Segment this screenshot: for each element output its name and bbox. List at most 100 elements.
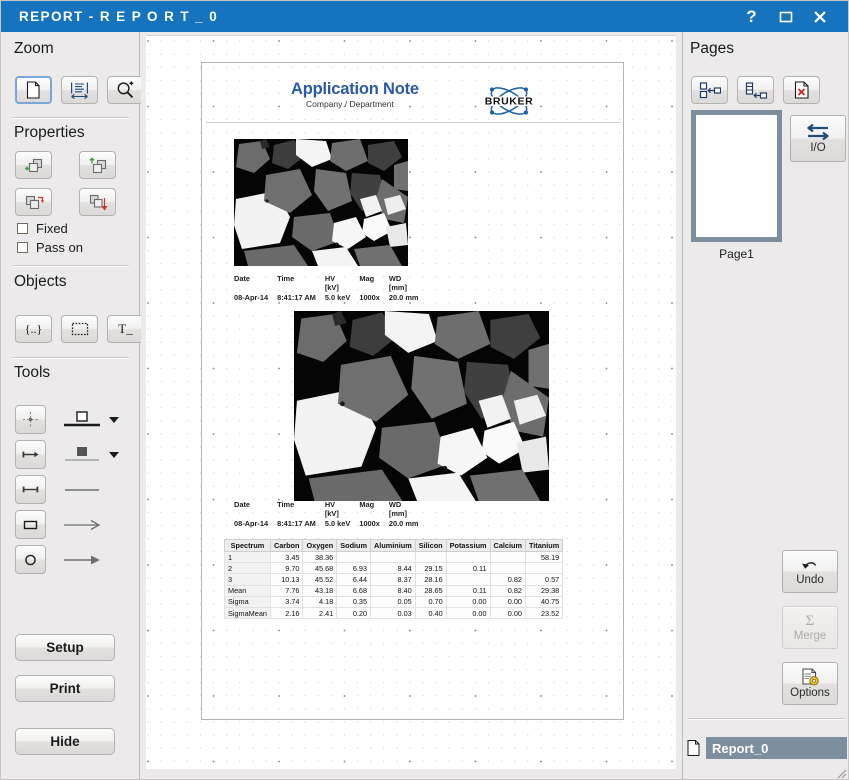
close-button[interactable] [811, 8, 828, 25]
spectrum-col-header-0: Spectrum [224, 539, 271, 552]
spectrum-table-head: Spectrum Carbon Oxygen Sodium Aluminium Silic… [224, 539, 564, 552]
tool-point-dropdown-caret[interactable] [109, 417, 119, 423]
document-subtitle: Company / Department [306, 99, 394, 109]
spectrum-results-table[interactable]: Spectrum Carbon Oxygen Sodium Aluminium Silic… [224, 539, 564, 620]
spectrum-cell: 2.16 [269, 606, 304, 620]
spectrum-cell: 29.38 [524, 584, 564, 597]
spectrum-table-row[interactable]: 2 9.70 45.68 6.93 8.44 29.15 0.11 [224, 562, 564, 575]
report-item-report_0[interactable]: Report_0 [706, 737, 847, 759]
tool-point-style-preview[interactable] [62, 407, 102, 433]
zoom-fit-page-button[interactable] [15, 76, 52, 104]
spectrum-col-header-8: Titanium [524, 539, 564, 552]
tool-rectangle-style-preview[interactable] [62, 512, 102, 538]
property-move-down-button[interactable] [79, 188, 116, 216]
tool-dimension-button[interactable] [15, 475, 46, 504]
page-thumbnail-page1[interactable] [691, 110, 782, 242]
insert-page-after-icon [745, 81, 767, 99]
resize-grip-icon[interactable] [835, 767, 847, 779]
page-insert-after-button[interactable] [737, 76, 774, 104]
info-header-hv: HV [kV] [324, 500, 339, 518]
page-insert-before-button[interactable] [691, 76, 728, 104]
tool-rectangle-button[interactable] [15, 510, 46, 539]
pass-on-checkbox[interactable] [17, 242, 28, 253]
spectrum-cell: 29.15 [414, 562, 447, 575]
page-delete-button[interactable] [783, 76, 820, 104]
tool-ellipse-button[interactable] [15, 545, 46, 574]
crosshair-icon [23, 412, 38, 427]
property-add-front-button[interactable] [15, 151, 52, 179]
objects-section-title: Objects [14, 273, 67, 290]
spectrum-cell [524, 562, 564, 575]
spectrum-cell: 8.37 [370, 573, 416, 586]
property-move-up-button[interactable] [79, 151, 116, 179]
object-frame-button[interactable] [61, 315, 98, 343]
magnifier-plus-icon [117, 81, 134, 99]
options-button[interactable]: Options [782, 662, 838, 705]
spectrum-cell: 0.82 [489, 584, 526, 597]
object-placeholder-button[interactable]: {..} [15, 315, 52, 343]
fixed-checkbox-row[interactable]: Fixed [17, 221, 68, 236]
print-button[interactable]: Print [15, 675, 115, 702]
spectrum-table-row[interactable]: 1 3.45 38.36 58.19 [224, 550, 564, 564]
tool-arrow-style-preview[interactable] [62, 442, 102, 468]
spectrum-row-label: Sigma [224, 595, 271, 608]
io-button[interactable]: I/O [790, 115, 846, 162]
info-header-time: Time [277, 274, 295, 283]
tool-point-button[interactable] [15, 405, 46, 434]
fixed-checkbox[interactable] [17, 223, 28, 234]
zoom-in-button[interactable] [107, 76, 144, 104]
document-title: Application Note [291, 80, 419, 98]
tool-arrow-button[interactable] [15, 440, 46, 469]
fit-width-icon [71, 82, 88, 99]
pages-section-title: Pages [690, 40, 734, 57]
tool-ellipse-style-preview[interactable] [62, 547, 102, 573]
info-value-wd: 20.0 mm [388, 519, 419, 529]
spectrum-table-row[interactable]: 3 10.13 45.52 6.44 8.37 28.16 0.82 0.57 [224, 573, 564, 586]
info-value-mag: 1000x [359, 293, 380, 303]
spectrum-header-row: Spectrum Carbon Oxygen Sodium Aluminium Silic… [224, 539, 564, 552]
spectrum-table-row[interactable]: SigmaMean 2.16 2.41 0.20 0.03 0.40 0.00 0.00 23.… [224, 606, 564, 620]
document-icon [687, 740, 700, 756]
pass-on-checkbox-row[interactable]: Pass on [17, 240, 83, 255]
spectrum-row-label: 1 [224, 550, 271, 564]
maximize-button[interactable] [777, 8, 794, 25]
report-window: REPORT - R E P O R T _ 0 ? Zoom Properti… [0, 0, 849, 780]
sem-image-2[interactable] [294, 311, 549, 501]
left-toolbar-panel: Zoom Properties Fixed Pass on Objects {.… [1, 32, 144, 779]
undo-button[interactable]: Undo [782, 550, 838, 593]
bruker-logo-text: BRUKER [485, 96, 534, 108]
close-icon [813, 10, 826, 23]
sigma-icon: Σ [805, 612, 815, 629]
spectrum-cell: 0.00 [489, 606, 526, 620]
thin-line-with-filled-square-icon [65, 446, 99, 461]
info-header-date: Date [234, 274, 251, 283]
zoom-fit-width-button[interactable] [61, 76, 98, 104]
sem-micrograph-2 [294, 311, 549, 501]
spectrum-cell: 0.00 [445, 595, 491, 608]
properties-button-row-2 [15, 188, 116, 216]
spectrum-table-row[interactable]: Mean 7.76 43.18 6.68 8.40 28.65 0.11 0.82 29.38 [224, 584, 564, 597]
spectrum-cell [445, 550, 491, 564]
sem-image-1[interactable] [234, 139, 408, 266]
info-header-mag: Mag [359, 274, 375, 283]
object-text-button[interactable]: T_ [107, 315, 144, 343]
tool-dimension-style-preview[interactable] [62, 477, 102, 503]
document-header: Application Note Company / Department BR… [206, 80, 621, 118]
spectrum-cell: 23.52 [524, 606, 564, 620]
measure-icon [22, 486, 39, 493]
tool-arrow-dropdown-caret[interactable] [109, 452, 119, 458]
text-icon: T_ [118, 321, 133, 336]
zoom-button-group [15, 76, 144, 104]
spectrum-col-header-7: Calcium [489, 539, 526, 552]
hide-button[interactable]: Hide [15, 728, 115, 755]
help-button[interactable]: ? [743, 8, 760, 25]
setup-button[interactable]: Setup [15, 634, 115, 661]
info-header-wd: WD [mm] [388, 500, 407, 518]
spectrum-table-row[interactable]: Sigma 3.74 4.18 0.35 0.05 0.70 0.00 0.00 40.75 [224, 595, 564, 608]
spectrum-cell: 6.68 [336, 584, 372, 597]
property-copy-right-button[interactable] [15, 188, 52, 216]
spectrum-cell [445, 573, 491, 586]
canvas-scroll-area[interactable]: Application Note Company / Department BR… [141, 33, 681, 769]
maximize-icon [779, 11, 792, 22]
report-canvas[interactable]: Application Note Company / Department BR… [146, 35, 676, 769]
